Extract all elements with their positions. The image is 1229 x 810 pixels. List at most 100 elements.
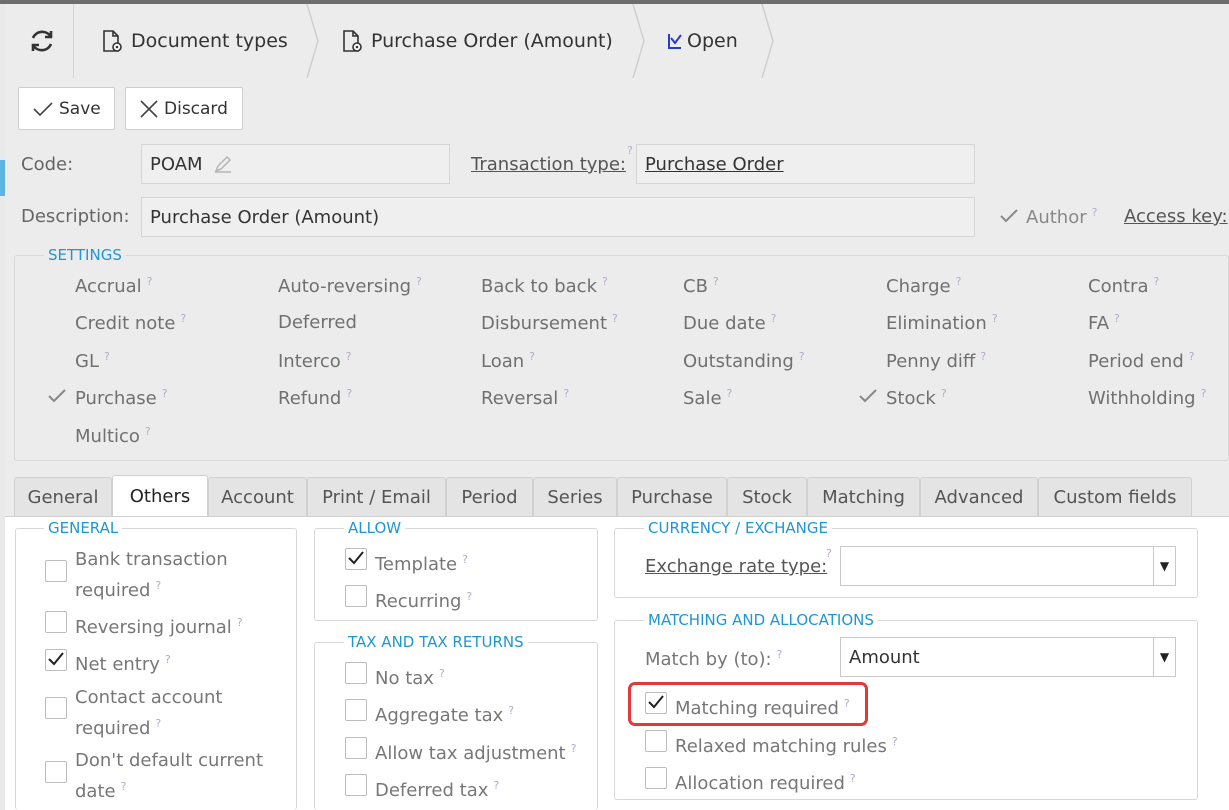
help-icon[interactable]: ? <box>1153 275 1159 288</box>
refresh-icon[interactable] <box>27 26 57 56</box>
checkbox-contact-account-required[interactable] <box>45 697 67 719</box>
help-icon[interactable]: ? <box>165 653 171 666</box>
help-icon[interactable]: ? <box>892 735 898 748</box>
label-template[interactable]: Template? <box>375 547 468 578</box>
setting-refund[interactable]: Refund? <box>278 387 352 409</box>
setting-disbursement[interactable]: Disbursement? <box>481 312 618 334</box>
help-icon[interactable]: ? <box>956 275 962 288</box>
label-net-entry[interactable]: Net entry? <box>75 647 171 678</box>
tab-custom-fields[interactable]: Custom fields <box>1038 477 1192 517</box>
checkbox-relaxed-matching-rules[interactable] <box>645 730 667 752</box>
setting-charge[interactable]: Charge? <box>886 275 961 297</box>
setting-accrual[interactable]: Accrual? <box>75 275 152 297</box>
transaction-type-field[interactable]: Purchase Order <box>636 144 975 184</box>
help-icon[interactable]: ? <box>602 275 608 288</box>
edit-pencil-icon[interactable] <box>213 154 233 174</box>
setting-cb[interactable]: CB? <box>683 275 719 297</box>
setting-period-end[interactable]: Period end? <box>1088 350 1195 372</box>
setting-interco[interactable]: Interco? <box>278 350 352 372</box>
checkbox-aggregate-tax[interactable] <box>345 699 367 721</box>
help-icon[interactable]: ? <box>1189 350 1195 363</box>
checkbox-reversing-journal[interactable] <box>45 611 67 633</box>
help-icon[interactable]: ? <box>799 350 805 363</box>
help-icon[interactable]: ? <box>508 704 514 717</box>
help-icon[interactable]: ? <box>627 144 633 157</box>
tab-period[interactable]: Period <box>446 477 533 517</box>
transaction-type-value[interactable]: Purchase Order <box>645 154 784 175</box>
tab-account[interactable]: Account <box>208 477 307 517</box>
setting-back-to-back[interactable]: Back to back? <box>481 275 608 297</box>
tab-matching[interactable]: Matching <box>807 477 920 517</box>
help-icon[interactable]: ? <box>466 590 472 603</box>
help-icon[interactable]: ? <box>416 275 422 288</box>
setting-multico[interactable]: Multico? <box>75 425 151 447</box>
help-icon[interactable]: ? <box>180 312 186 325</box>
help-icon[interactable]: ? <box>121 780 127 793</box>
match-by-select[interactable]: Amount ▼ <box>840 637 1176 677</box>
setting-sale[interactable]: Sale? <box>683 387 732 409</box>
breadcrumb-item-purchase-order[interactable]: Purchase Order (Amount) <box>341 4 613 78</box>
author-label[interactable]: Author? <box>1026 206 1097 228</box>
description-field[interactable]: Purchase Order (Amount) <box>141 197 975 237</box>
tab-advanced[interactable]: Advanced <box>920 477 1038 517</box>
save-button[interactable]: Save <box>18 87 115 130</box>
tab-general[interactable]: General <box>14 477 112 517</box>
help-icon[interactable]: ? <box>162 387 168 400</box>
access-key-label[interactable]: Access key: <box>1124 206 1228 227</box>
label-relaxed-matching-rules[interactable]: Relaxed matching rules? <box>675 729 898 760</box>
setting-deferred[interactable]: Deferred <box>278 312 357 333</box>
help-icon[interactable]: ? <box>155 717 161 730</box>
setting-loan[interactable]: Loan? <box>481 350 535 372</box>
help-icon[interactable]: ? <box>850 772 856 785</box>
setting-outstanding[interactable]: Outstanding? <box>683 350 805 372</box>
help-icon[interactable]: ? <box>612 312 618 325</box>
help-icon[interactable]: ? <box>563 387 569 400</box>
help-icon[interactable]: ? <box>346 387 352 400</box>
help-icon[interactable]: ? <box>713 275 719 288</box>
help-icon[interactable]: ? <box>1201 387 1207 400</box>
discard-button[interactable]: Discard <box>125 87 243 130</box>
help-icon[interactable]: ? <box>147 275 153 288</box>
checkbox-allocation-required[interactable] <box>645 767 667 789</box>
help-icon[interactable]: ? <box>529 350 535 363</box>
help-icon[interactable]: ? <box>145 425 151 438</box>
help-icon[interactable]: ? <box>346 350 352 363</box>
setting-withholding[interactable]: Withholding? <box>1088 387 1206 409</box>
exchange-rate-type-label[interactable]: Exchange rate type: <box>645 556 827 577</box>
checkbox-allow-tax-adjustment[interactable] <box>345 737 367 759</box>
help-icon[interactable]: ? <box>941 387 947 400</box>
checkbox-bank-transaction-required[interactable] <box>45 560 67 582</box>
setting-due-date[interactable]: Due date? <box>683 312 777 334</box>
label-allow-tax-adjustment[interactable]: Allow tax adjustment? <box>375 736 576 767</box>
tab-stock[interactable]: Stock <box>727 477 807 517</box>
help-icon[interactable]: ? <box>777 648 783 661</box>
help-icon[interactable]: ? <box>1114 312 1120 325</box>
setting-penny-diff[interactable]: Penny diff? <box>886 350 986 372</box>
setting-gl[interactable]: GL? <box>75 350 110 372</box>
help-icon[interactable]: ? <box>992 312 998 325</box>
exchange-rate-type-select[interactable]: ▼ <box>840 546 1176 586</box>
checkbox-no-tax[interactable] <box>345 662 367 684</box>
setting-purchase[interactable]: Purchase? <box>75 387 168 409</box>
help-icon[interactable]: ? <box>104 350 110 363</box>
label-deferred-tax[interactable]: Deferred tax? <box>375 773 499 804</box>
checkbox-don-t-default-current-date[interactable] <box>45 761 67 783</box>
checkbox-recurring[interactable] <box>345 585 367 607</box>
help-icon[interactable]: ? <box>462 553 468 566</box>
label-no-tax[interactable]: No tax? <box>375 661 445 692</box>
help-icon[interactable]: ? <box>771 312 777 325</box>
help-icon[interactable]: ? <box>826 547 832 560</box>
label-allocation-required[interactable]: Allocation required? <box>675 766 856 797</box>
setting-fa[interactable]: FA? <box>1088 312 1120 334</box>
help-icon[interactable]: ? <box>237 616 243 629</box>
label-aggregate-tax[interactable]: Aggregate tax? <box>375 698 514 729</box>
tab-series[interactable]: Series <box>533 477 617 517</box>
help-icon[interactable]: ? <box>1092 206 1098 219</box>
dropdown-arrow-icon[interactable]: ▼ <box>1153 547 1175 585</box>
dropdown-arrow-icon[interactable]: ▼ <box>1153 638 1175 676</box>
transaction-type-label[interactable]: Transaction type: <box>471 154 626 175</box>
tab-purchase[interactable]: Purchase <box>617 477 727 517</box>
setting-reversal[interactable]: Reversal? <box>481 387 569 409</box>
help-icon[interactable]: ? <box>980 350 986 363</box>
setting-elimination[interactable]: Elimination? <box>886 312 998 334</box>
